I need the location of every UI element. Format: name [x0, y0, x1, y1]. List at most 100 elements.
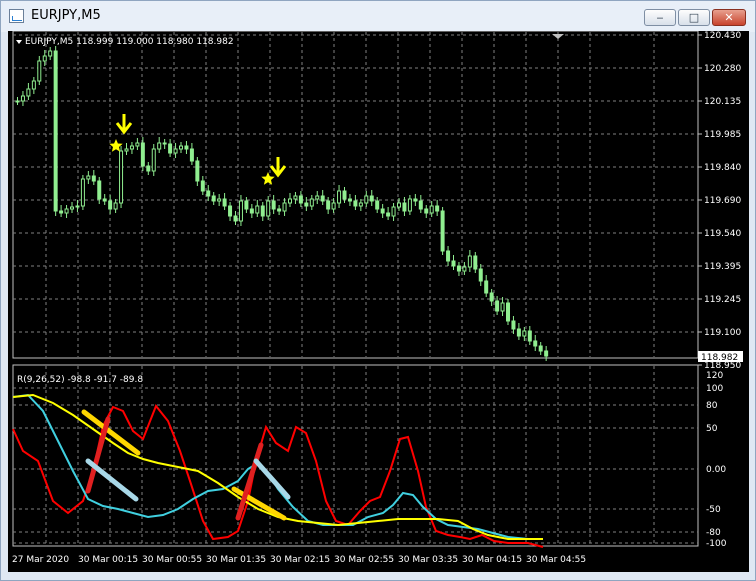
- time-tick-label: 27 Mar 2020: [12, 555, 69, 565]
- candle-body: [506, 302, 510, 322]
- candle-body: [129, 145, 134, 150]
- candle-body: [500, 302, 505, 312]
- candle-body: [157, 142, 162, 150]
- candle-body: [429, 205, 434, 214]
- candle-body: [347, 198, 352, 202]
- drawn-overlays: [81, 409, 291, 521]
- candle-body: [315, 195, 320, 200]
- candle-body: [135, 142, 140, 147]
- candle-body: [249, 208, 254, 214]
- candle-body: [467, 255, 472, 268]
- candle-body: [369, 195, 374, 202]
- candle-body: [184, 145, 189, 150]
- candle-body: [533, 340, 538, 347]
- time-tick-label: 30 Mar 03:35: [398, 555, 458, 565]
- candle-body: [59, 210, 64, 214]
- candle-body: [277, 208, 282, 212]
- time-tick-label: 30 Mar 00:55: [142, 555, 202, 565]
- candle-body: [331, 202, 336, 210]
- star-icon: [261, 172, 275, 185]
- candle-body: [397, 202, 401, 208]
- grid: [13, 32, 698, 545]
- candle-body: [511, 320, 516, 330]
- candle-body: [380, 208, 385, 214]
- candle-body: [353, 200, 358, 207]
- current-price-label: 118.982: [701, 353, 738, 363]
- candle-body: [119, 150, 124, 204]
- price-chart[interactable]: 120.430 120.280 120.135 119.985 119.840 119.6…: [8, 31, 749, 572]
- candle-body: [37, 60, 42, 82]
- red-stroke: [235, 442, 264, 521]
- time-tick-label: 30 Mar 04:15: [462, 555, 522, 565]
- candle-body: [124, 148, 129, 152]
- candle-body: [206, 190, 211, 197]
- candle-body: [342, 190, 347, 200]
- indicator-tick-label: 100: [706, 384, 723, 394]
- time-tick-label: 30 Mar 02:55: [334, 555, 394, 565]
- candle-body: [375, 200, 380, 210]
- title-bar[interactable]: EURJPY,M5 ‒ □ ✕: [1, 1, 755, 32]
- candle-body: [91, 175, 96, 182]
- candle-body: [402, 202, 407, 212]
- indicator-tick-label: -50: [706, 505, 721, 515]
- candle-body: [20, 95, 25, 102]
- minimize-button[interactable]: ‒: [644, 9, 676, 26]
- main-plot-frame: [12, 31, 699, 359]
- candle-body: [162, 142, 167, 145]
- candle-body: [97, 180, 102, 200]
- candle-body: [516, 328, 521, 337]
- candle-body: [298, 195, 303, 204]
- time-tick-label: 30 Mar 02:15: [270, 555, 330, 565]
- candle-body: [113, 202, 118, 210]
- candle-body: [288, 198, 292, 204]
- indicator-header: R(9,26,52) -98.8 -91.7 -89.8: [17, 375, 143, 385]
- candle-body: [418, 200, 423, 210]
- time-tick-label: 30 Mar 01:35: [206, 555, 266, 565]
- candle-body: [413, 198, 418, 202]
- candle-body: [146, 165, 151, 172]
- indicator-tick-label: 0.00: [706, 465, 726, 475]
- candle-body: [108, 200, 113, 210]
- candle-body: [462, 266, 467, 272]
- lightblue-stroke: [85, 458, 139, 502]
- candle-body: [358, 202, 363, 207]
- chart-window-icon: [9, 9, 24, 23]
- candle-body: [53, 50, 58, 212]
- indicator-tick-label: 80: [706, 401, 718, 411]
- chart-shift-marker-icon[interactable]: [552, 34, 564, 39]
- candle-body: [489, 292, 494, 302]
- price-tick-label: 119.245: [704, 295, 741, 305]
- candle-body: [337, 190, 342, 204]
- price-tick-label: 120.430: [704, 31, 741, 41]
- candle-body: [244, 200, 249, 210]
- candle-body: [544, 350, 549, 357]
- candle-body: [31, 80, 36, 90]
- indicator-tick-label: 120: [706, 371, 723, 381]
- candle-body: [309, 198, 314, 207]
- candle-body: [478, 268, 483, 282]
- candle-body: [451, 260, 456, 267]
- candle-body: [102, 198, 107, 202]
- maximize-button[interactable]: □: [678, 9, 710, 26]
- lightblue-stroke: [253, 458, 291, 500]
- price-tick-label: 119.985: [704, 130, 741, 140]
- candle-body: [440, 210, 445, 252]
- chart-area[interactable]: 120.430 120.280 120.135 119.985 119.840 119.6…: [8, 31, 749, 572]
- candle-body: [271, 200, 276, 210]
- candle-body: [80, 178, 85, 207]
- candle-body: [282, 202, 287, 212]
- indicator-tick-label: -80: [706, 528, 721, 538]
- time-tick-label: 30 Mar 00:15: [78, 555, 138, 565]
- candle-body: [179, 145, 183, 150]
- candle-body: [495, 300, 500, 312]
- candle-body: [228, 205, 233, 217]
- candle-body: [407, 198, 412, 212]
- close-button[interactable]: ✕: [712, 9, 746, 26]
- candle-body: [151, 148, 156, 172]
- candle-body: [446, 250, 451, 262]
- candles: [15, 46, 549, 361]
- yellow-stroke: [81, 409, 141, 456]
- price-tick-label: 119.540: [704, 229, 741, 239]
- indicator-plot-frame: [12, 364, 699, 547]
- collapse-triangle-icon[interactable]: [16, 40, 22, 44]
